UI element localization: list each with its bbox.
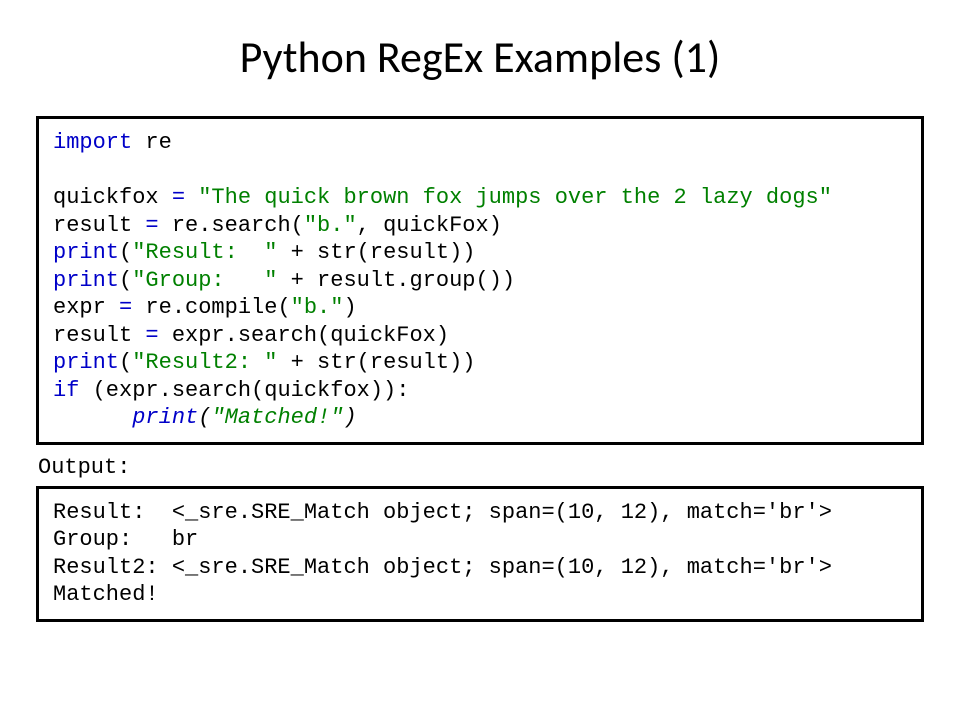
output-line: Matched! [53,582,159,607]
code-text: re.search( [159,213,304,238]
code-text: quickfox [53,185,172,210]
code-operator: = [119,295,132,320]
code-text: expr.search(quickFox) [159,323,449,348]
code-operator: = [145,323,158,348]
code-string: "Result2: " [132,350,277,375]
code-string: "Result: " [132,240,277,265]
code-text: re [132,130,172,155]
code-text: (expr.search(quickfox)): [79,378,409,403]
code-string: "Group: " [132,268,277,293]
code-text: + result.group()) [277,268,515,293]
code-text: ( [198,405,211,430]
code-string: "Matched!" [211,405,343,430]
code-keyword: print [53,405,198,430]
code-text: ( [119,268,132,293]
code-operator: = [172,185,185,210]
code-text: result [53,323,145,348]
code-keyword: if [53,378,79,403]
code-text: , quickFox) [357,213,502,238]
code-operator: = [145,213,158,238]
slide-title: Python RegEx Examples (1) [36,30,924,84]
code-text: + str(result)) [277,240,475,265]
output-line: Result: <_sre.SRE_Match object; span=(10… [53,500,832,525]
code-text: ( [119,350,132,375]
code-keyword: print [53,240,119,265]
code-string: "The quick brown fox jumps over the 2 la… [185,185,832,210]
code-text: expr [53,295,119,320]
code-text: ( [119,240,132,265]
output-line: Result2: <_sre.SRE_Match object; span=(1… [53,555,832,580]
code-text: result [53,213,145,238]
code-string: "b." [291,295,344,320]
code-block: import re quickfox = "The quick brown fo… [36,116,924,445]
code-keyword: print [53,268,119,293]
code-keyword: print [53,350,119,375]
code-keyword: import [53,130,132,155]
code-text: re.compile( [132,295,290,320]
code-string: "b." [304,213,357,238]
code-text: ) [343,295,356,320]
code-text: + str(result)) [277,350,475,375]
output-line: Group: br [53,527,198,552]
output-block: Result: <_sre.SRE_Match object; span=(10… [36,486,924,622]
code-text: ) [343,405,356,430]
output-label: Output: [38,455,922,480]
